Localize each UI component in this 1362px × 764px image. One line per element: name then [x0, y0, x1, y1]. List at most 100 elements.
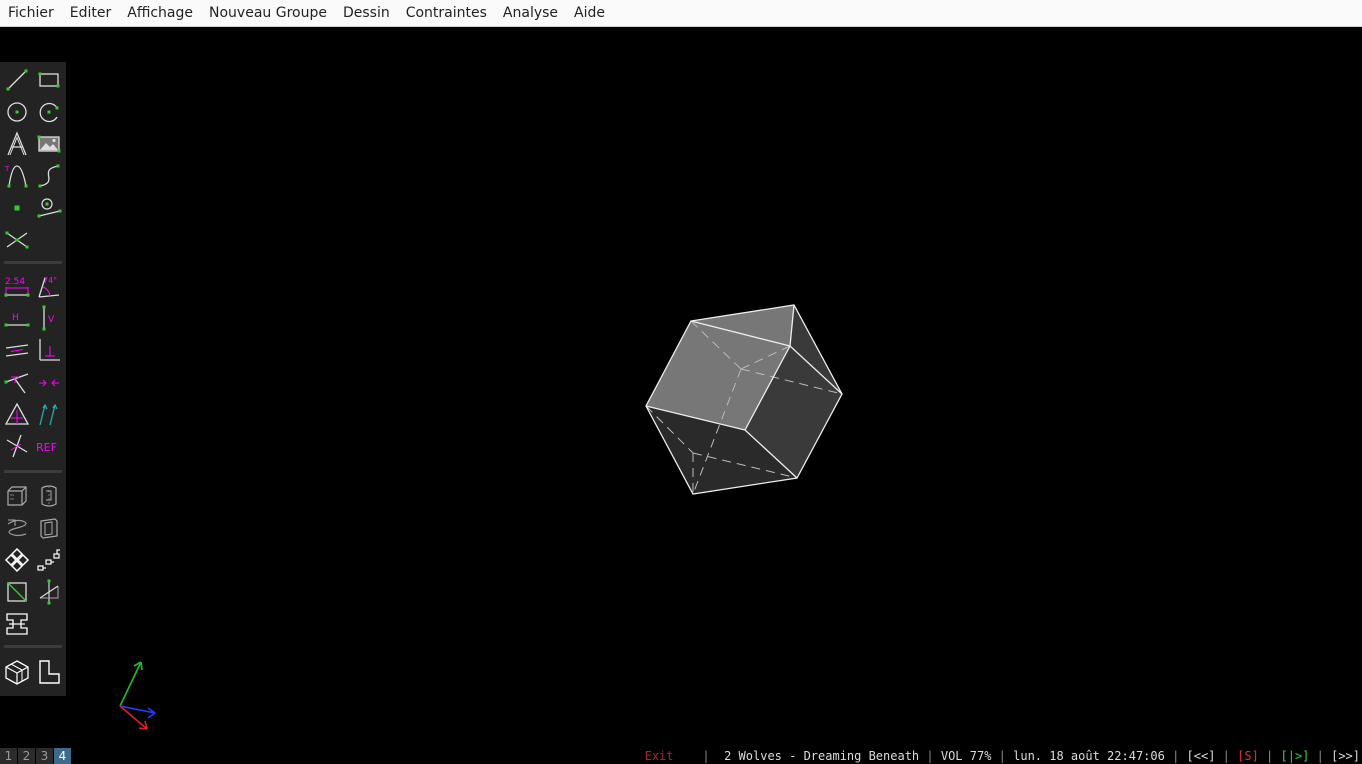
axis-triad: [119, 661, 156, 730]
2d-view-icon: [39, 660, 60, 684]
split-curves-tool[interactable]: [3, 226, 31, 254]
equal-length-constraint-icon: [39, 403, 58, 426]
split-curves-icon: [5, 231, 29, 249]
media-play-button[interactable]: [|>]: [1281, 749, 1310, 763]
cube-model: [645, 304, 843, 495]
media-next-button[interactable]: [>>]: [1331, 749, 1360, 763]
angle-constraint-label: 74°: [43, 276, 57, 285]
perpendicular-constraint-icon: [39, 339, 60, 361]
datetime-text: lun. 18 août 22:47:06: [1013, 749, 1165, 763]
ortho-axis-tool[interactable]: [35, 578, 63, 606]
parallel-constraint-tool[interactable]: [3, 336, 31, 364]
menu-dessin[interactable]: Dessin: [335, 0, 398, 27]
tool-palette: T 2.54 74° H V REF: [0, 62, 66, 696]
coincident-constraint-tool[interactable]: [35, 368, 63, 396]
menu-editer[interactable]: Editer: [62, 0, 119, 27]
distance-constraint-label: 2.54: [5, 277, 25, 287]
ortho-axis-icon: [39, 579, 59, 605]
distance-constraint-tool[interactable]: 2.54: [3, 272, 31, 300]
symmetric-constraint-icon: [4, 402, 30, 425]
symmetric-constraint-tool[interactable]: [3, 400, 31, 428]
vertical-constraint-label: V: [48, 315, 55, 325]
horizontal-constraint-tool[interactable]: H: [3, 304, 31, 332]
workplane-tool[interactable]: [35, 194, 63, 222]
toolbar-separator: [4, 261, 62, 264]
toolbar-separator: [4, 645, 62, 648]
toolbar-separator: [4, 470, 62, 473]
extrude-tool[interactable]: [3, 482, 31, 510]
svg-text:T: T: [4, 165, 10, 173]
bracket-shape-icon: [6, 613, 28, 635]
helix-tool[interactable]: [3, 514, 31, 542]
arc-icon: [39, 102, 59, 123]
text-tool[interactable]: [3, 130, 31, 158]
horizontal-constraint-icon: H: [4, 313, 30, 327]
circle-tool[interactable]: [3, 98, 31, 126]
media-stop-button[interactable]: [S]: [1237, 749, 1259, 763]
fixed-height-tool[interactable]: [3, 610, 31, 638]
rectangle-tool[interactable]: [35, 66, 63, 94]
image-icon: [37, 135, 61, 153]
menu-affichage[interactable]: Affichage: [119, 0, 201, 27]
rectangle-icon: [38, 72, 60, 88]
status-right: Exit | 2 Wolves - Dreaming Beneath | VOL…: [645, 748, 1360, 764]
revolve-tool[interactable]: [35, 514, 63, 542]
workspace-4-button[interactable]: 4: [54, 748, 71, 764]
menu-analyse[interactable]: Analyse: [495, 0, 566, 27]
line-segment-icon: [6, 69, 28, 91]
menu-contraintes[interactable]: Contraintes: [398, 0, 495, 27]
point-on-line-constraint-tool[interactable]: [3, 368, 31, 396]
parallel-constraint-icon: [5, 344, 29, 357]
workplane-icon: [37, 198, 62, 218]
menu-fichier[interactable]: Fichier: [0, 0, 62, 27]
status-separator: |: [919, 749, 941, 763]
construction-icon: [7, 582, 27, 602]
status-separator: |: [1258, 749, 1281, 763]
menu-bar: Fichier Editer Affichage Nouveau Groupe …: [0, 0, 1362, 27]
equal-length-constraint-tool[interactable]: [35, 400, 63, 428]
system-status-bar: 1 2 3 4 Exit | 2 Wolves - Dreaming Benea…: [0, 748, 1362, 764]
tangent-arc-icon: T: [4, 165, 28, 188]
reference-label: REF: [36, 441, 57, 454]
status-separator: |: [1164, 749, 1187, 763]
volume-text[interactable]: VOL 77%: [941, 749, 992, 763]
workspace-switcher: 1 2 3 4: [0, 748, 72, 764]
vertical-constraint-icon: V: [42, 305, 55, 331]
menu-aide[interactable]: Aide: [566, 0, 613, 27]
status-separator: |: [1215, 749, 1238, 763]
reference-icon: REF: [36, 441, 57, 454]
3d-view-tool[interactable]: [3, 658, 31, 686]
3d-view-icon: [5, 660, 29, 685]
tangent-arc-tool[interactable]: T: [3, 162, 31, 190]
workspace-3-button[interactable]: 3: [36, 748, 53, 764]
text-icon: [7, 131, 27, 156]
lathe-tool[interactable]: [35, 482, 63, 510]
tangent-constraint-tool[interactable]: [3, 432, 31, 460]
exit-button[interactable]: Exit: [645, 749, 674, 763]
2d-view-tool[interactable]: [35, 658, 63, 686]
reference-constraint-tool[interactable]: REF: [35, 432, 63, 460]
tangent-constraint-icon: [6, 434, 28, 458]
lathe-icon: [41, 485, 57, 507]
line-segment-tool[interactable]: [3, 66, 31, 94]
spline-tool[interactable]: [35, 162, 63, 190]
perpendicular-constraint-tool[interactable]: [35, 336, 63, 364]
step-translate-tool[interactable]: [35, 546, 63, 574]
angle-constraint-icon: 74°: [38, 276, 60, 298]
point-on-line-constraint-icon: [4, 373, 29, 394]
construction-toggle-tool[interactable]: [3, 578, 31, 606]
menu-nouveau-groupe[interactable]: Nouveau Groupe: [201, 0, 335, 27]
nearest-isometric-view-tool[interactable]: [3, 546, 31, 574]
status-separator: |: [673, 749, 725, 763]
vertical-constraint-tool[interactable]: V: [35, 304, 63, 332]
workspace-2-button[interactable]: 2: [18, 748, 35, 764]
angle-constraint-tool[interactable]: 74°: [35, 272, 63, 300]
point-tool[interactable]: [3, 194, 31, 222]
isometric-arrows-icon: [4, 547, 30, 573]
media-prev-button[interactable]: [<<]: [1187, 749, 1216, 763]
image-tool[interactable]: [35, 130, 63, 158]
workspace-1-button[interactable]: 1: [0, 748, 17, 764]
now-playing-text: 2 Wolves - Dreaming Beneath: [724, 749, 920, 763]
3d-viewport[interactable]: [66, 27, 1362, 747]
arc-tool[interactable]: [35, 98, 63, 126]
